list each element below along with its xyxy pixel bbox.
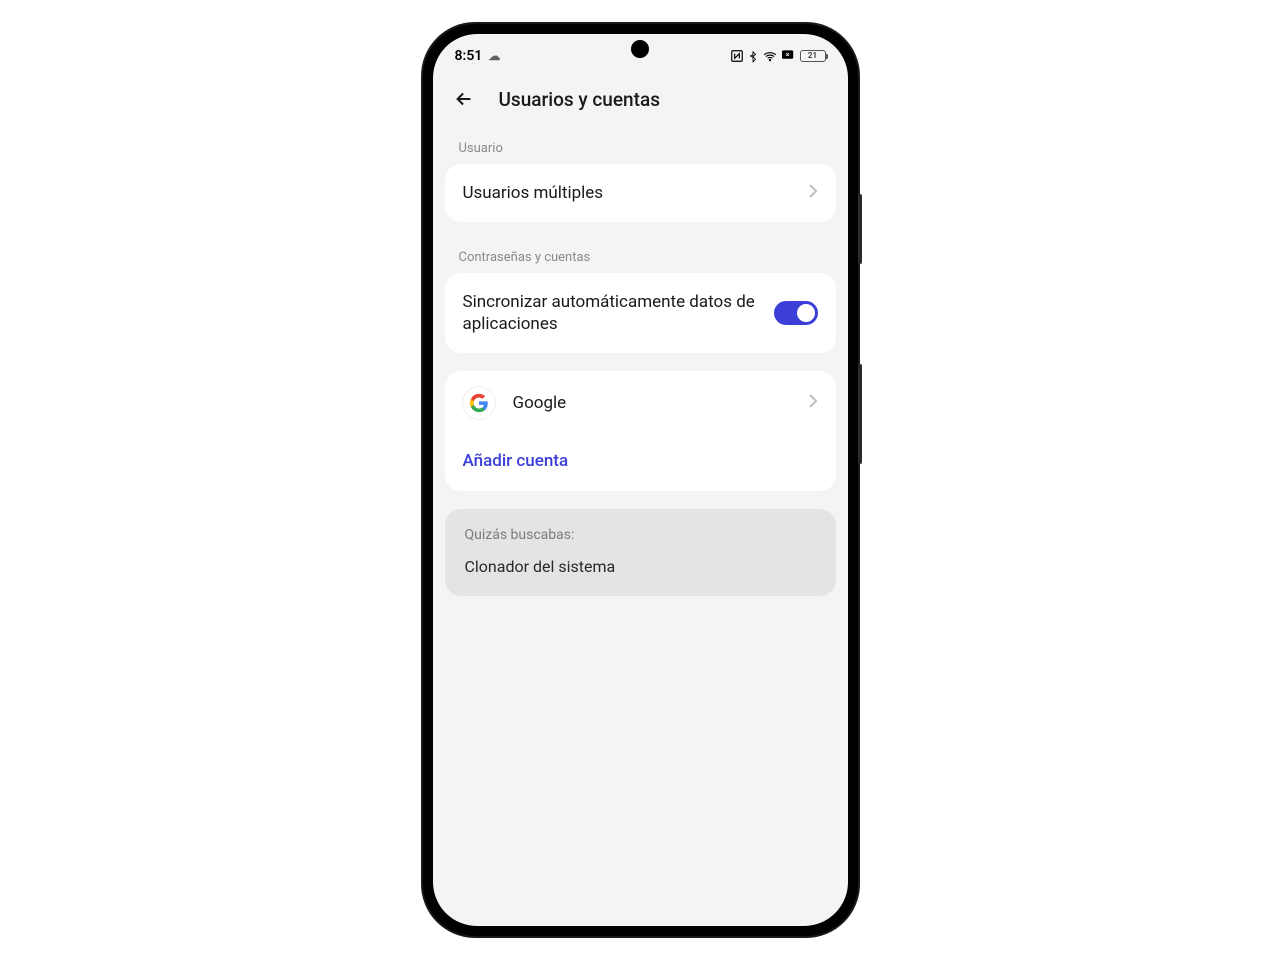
- google-account-label: Google: [513, 393, 790, 413]
- add-account-row[interactable]: Añadir cuenta: [445, 435, 836, 491]
- svg-text:✕: ✕: [785, 51, 790, 58]
- phone-side-button: [858, 194, 862, 264]
- content-area: Usuario Usuarios múltiples Contraseñas y…: [433, 131, 848, 596]
- bluetooth-icon: [748, 49, 758, 63]
- status-left: 8:51 ☁: [455, 48, 501, 64]
- camera-notch: [631, 40, 649, 58]
- chevron-right-icon: [808, 393, 818, 413]
- suggestions-label: Quizás buscabas:: [445, 509, 836, 551]
- status-right: ✕ 21: [730, 49, 826, 63]
- auto-sync-toggle[interactable]: [774, 301, 818, 325]
- sync-card: Sincronizar automáticamente datos de apl…: [445, 273, 836, 353]
- back-button[interactable]: [453, 88, 475, 110]
- section-label-user: Usuario: [445, 131, 836, 164]
- user-card: Usuarios múltiples: [445, 164, 836, 222]
- auto-sync-row[interactable]: Sincronizar automáticamente datos de apl…: [445, 273, 836, 353]
- phone-side-button: [858, 364, 862, 464]
- google-icon: [463, 387, 495, 419]
- battery-icon: 21: [800, 50, 826, 62]
- phone-frame: 8:51 ☁ ✕ 21: [423, 24, 858, 936]
- auto-sync-label: Sincronizar automáticamente datos de apl…: [463, 291, 774, 335]
- section-label-passwords: Contraseñas y cuentas: [445, 240, 836, 273]
- signal-icon: ✕: [782, 50, 796, 62]
- nfc-icon: [730, 49, 744, 63]
- add-account-label: Añadir cuenta: [463, 451, 569, 471]
- cloud-icon: ☁: [488, 49, 500, 63]
- multiple-users-row[interactable]: Usuarios múltiples: [445, 164, 836, 222]
- system-cloner-item[interactable]: Clonador del sistema: [445, 551, 836, 596]
- suggestions-card: Quizás buscabas: Clonador del sistema: [445, 509, 836, 596]
- battery-level: 21: [808, 51, 817, 60]
- page-header: Usuarios y cuentas: [433, 70, 848, 131]
- multiple-users-label: Usuarios múltiples: [463, 182, 808, 204]
- chevron-right-icon: [808, 183, 818, 203]
- status-time: 8:51: [455, 48, 483, 64]
- accounts-card: Google Añadir cuenta: [445, 371, 836, 491]
- wifi-icon: [762, 49, 778, 63]
- phone-screen: 8:51 ☁ ✕ 21: [433, 34, 848, 926]
- page-title: Usuarios y cuentas: [499, 88, 660, 111]
- google-account-row[interactable]: Google: [445, 371, 836, 435]
